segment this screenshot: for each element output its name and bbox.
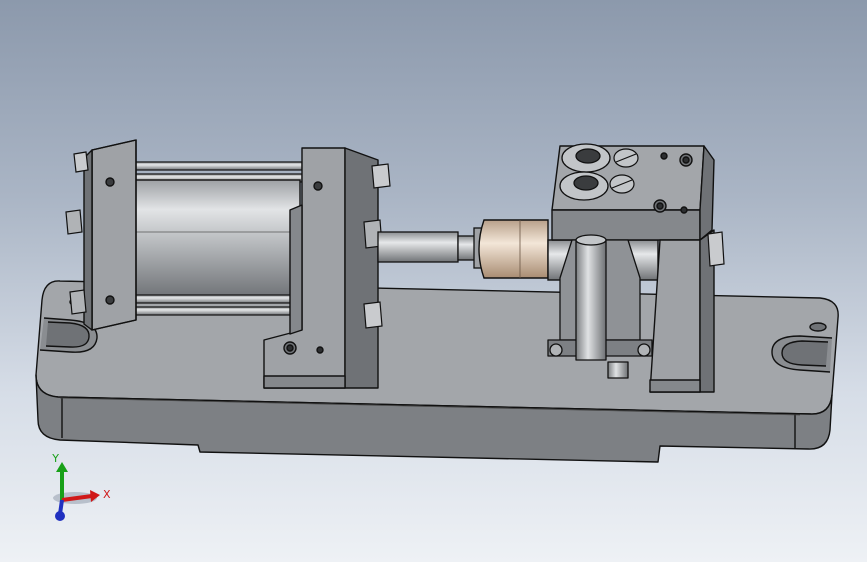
graphics-viewport[interactable]: Y X [0,0,867,562]
cylinder-barrel[interactable] [119,179,301,299]
cylinder-rear-cap[interactable] [83,139,137,331]
y-axis-label: Y [51,452,59,465]
tie-rods-top [129,161,303,183]
support-column[interactable] [649,229,715,393]
piston-rod[interactable] [377,227,487,269]
reference-triad[interactable]: Y X [51,452,111,521]
x-axis-label: X [103,488,111,501]
model-scene[interactable]: Y X [0,0,867,562]
side-nut [707,231,725,267]
z-arrow-head [55,511,65,521]
